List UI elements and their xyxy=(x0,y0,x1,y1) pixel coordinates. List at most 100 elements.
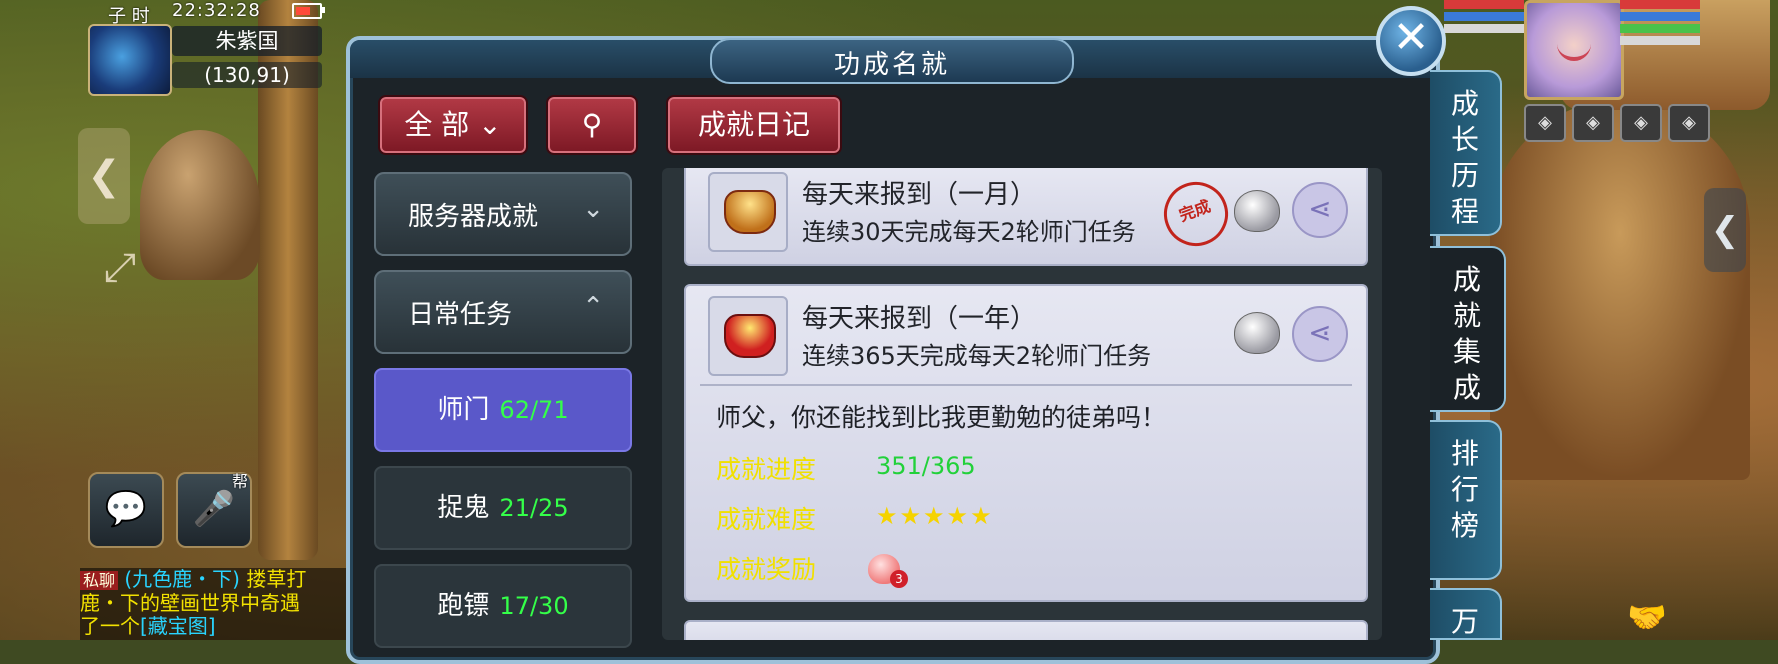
achievement-icon-frame xyxy=(708,296,788,376)
search-button[interactable]: ⚲ xyxy=(546,95,638,155)
battery-icon xyxy=(292,3,322,19)
tab-char: 就 xyxy=(1452,299,1481,332)
title-ornament: 功成名就 xyxy=(710,38,1074,84)
achievement-title: 每天来报到（一月） xyxy=(802,180,1037,210)
chat-line: 私聊 (九色鹿・下) 搂草打 xyxy=(80,568,350,592)
tab-char: 成 xyxy=(1452,371,1481,404)
panel-title-bar: 功成名就 xyxy=(350,38,1436,84)
tab-char: 成 xyxy=(1450,87,1479,120)
share-button[interactable]: ⋖ xyxy=(1292,306,1348,362)
scene-statue xyxy=(140,130,260,280)
reward-peach-icon xyxy=(1234,312,1280,354)
fullscreen-expand-icon[interactable]: ⤢ xyxy=(92,240,148,296)
chat-line: 了一个[藏宝图] xyxy=(80,615,350,638)
tab-char: 万 xyxy=(1450,605,1479,638)
category-label: 日常任务 xyxy=(408,300,513,330)
chevron-down-icon: ⌄ xyxy=(582,194,604,224)
tab-char: 榜 xyxy=(1450,509,1479,542)
tab-wanbang[interactable]: 万 xyxy=(1430,588,1502,640)
buff-icon[interactable]: ◈ xyxy=(1572,104,1614,142)
mp-bar xyxy=(1620,12,1700,21)
reward-label: 成就奖励 xyxy=(716,555,817,584)
subcategory-label: 捉鬼 xyxy=(437,493,490,523)
red-pot-icon xyxy=(724,314,776,358)
card-divider xyxy=(700,384,1352,386)
achievement-card[interactable]: 每天来报到（一月） 连续30天完成每天2轮师门任务 完成 ⋖ xyxy=(684,168,1368,266)
share-icon: ⋖ xyxy=(1308,316,1332,349)
achievement-title: 每天来报到（一年） xyxy=(802,304,1037,334)
achievement-card-expanded[interactable]: 每天来报到（一年） 连续365天完成每天2轮师门任务 ⋖ 师父，你还能找到比我更… xyxy=(684,284,1368,602)
chat-line: 鹿・下的壁画世界中奇遇 xyxy=(80,591,300,615)
completed-stamp-icon: 完成 xyxy=(1154,172,1238,256)
category-daily-tasks[interactable]: 日常任务 ⌃ xyxy=(374,270,632,354)
close-button[interactable]: ✕ xyxy=(1376,6,1446,76)
achievement-list[interactable]: 每天来报到（一月） 连续30天完成每天2轮师门任务 完成 ⋖ 每天来报到（一年）… xyxy=(662,168,1382,640)
guild-voice-tag: 帮 xyxy=(232,472,249,491)
subcategory-count: 62/71 xyxy=(499,396,569,424)
tab-char: 排 xyxy=(1450,437,1479,470)
reward-count-badge: 3 xyxy=(890,570,908,588)
subcategory-shimen[interactable]: 师门 62/71 xyxy=(374,368,632,452)
tab-char: 成 xyxy=(1452,263,1481,296)
map-name: 朱紫国 xyxy=(172,26,322,56)
map-coordinates: (130,91) xyxy=(172,62,322,88)
hp-bar xyxy=(1620,0,1700,9)
expand-left-arrow-icon[interactable]: ❮ xyxy=(78,128,130,224)
chat-link[interactable]: (九色鹿・下) xyxy=(124,568,240,591)
subcategory-label: 跑镖 xyxy=(437,591,490,621)
tab-char: 历 xyxy=(1450,159,1479,192)
exp-bar xyxy=(1444,24,1524,33)
chat-bubble-icon: 💬 xyxy=(104,489,148,529)
handshake-icon[interactable]: 🤝 xyxy=(1622,598,1672,640)
chat-channel-tag: 私聊 xyxy=(80,571,119,590)
subcategory-paobiao[interactable]: 跑镖 17/30 xyxy=(374,564,632,648)
reward-peach-icon xyxy=(1234,190,1280,232)
tab-achievement-collection[interactable]: 成 就 集 成 xyxy=(1430,246,1506,412)
tab-char: 集 xyxy=(1452,335,1481,368)
filter-all-dropdown[interactable]: 全 部 ⌄ xyxy=(378,95,528,155)
category-label: 服务器成就 xyxy=(408,202,539,232)
player-portrait[interactable] xyxy=(1524,0,1624,100)
tab-growth-history[interactable]: 成 长 历 程 xyxy=(1430,70,1502,236)
clock-label: 22:32:28 xyxy=(172,0,261,21)
exp-bar xyxy=(1620,36,1700,45)
energy-bar xyxy=(1620,24,1700,33)
portrait-smile xyxy=(1557,43,1591,61)
chat-text: 了一个 xyxy=(80,614,140,638)
subcategory-zhuogui[interactable]: 捉鬼 21/25 xyxy=(374,466,632,550)
chat-text: 搂草打 xyxy=(246,568,307,591)
share-button[interactable]: ⋖ xyxy=(1292,182,1348,238)
achievement-card[interactable] xyxy=(684,620,1368,640)
buff-icon[interactable]: ◈ xyxy=(1524,104,1566,142)
mp-bar xyxy=(1444,12,1524,21)
category-server-achievements[interactable]: 服务器成就 ⌄ xyxy=(374,172,632,256)
chevron-up-icon: ⌃ xyxy=(582,292,604,322)
chat-button[interactable]: 💬 xyxy=(88,472,164,548)
difficulty-label: 成就难度 xyxy=(716,505,817,534)
golden-pot-icon xyxy=(724,190,776,234)
peach-reward-icon: 3 xyxy=(868,554,908,588)
buff-row: ◈ ◈ ◈ ◈ xyxy=(1524,104,1710,142)
chevron-down-icon: ⌄ xyxy=(478,108,502,141)
progress-value: 351/365 xyxy=(876,452,976,480)
share-icon: ⋖ xyxy=(1308,192,1332,225)
hp-bar xyxy=(1444,0,1524,9)
difficulty-stars: ★★★★★ xyxy=(876,502,994,530)
tab-ranking[interactable]: 排 行 榜 xyxy=(1430,420,1502,580)
panel-title: 功成名就 xyxy=(833,50,950,80)
minimap-icon[interactable] xyxy=(88,24,172,96)
achievement-quote: 师父，你还能找到比我更勤勉的徒弟吗！ xyxy=(716,403,1167,432)
subcategory-count: 21/25 xyxy=(499,494,569,522)
chat-feed[interactable]: 私聊 (九色鹿・下) 搂草打 鹿・下的壁画世界中奇遇 了一个[藏宝图] xyxy=(80,568,350,640)
achievement-diary-button[interactable]: 成就日记 xyxy=(666,95,842,155)
target-status-bars xyxy=(1444,0,1524,36)
subcategory-label: 师门 xyxy=(437,395,490,425)
microphone-icon: 🎤 xyxy=(192,489,236,529)
buff-icon[interactable]: ◈ xyxy=(1620,104,1662,142)
filter-all-label: 全 部 xyxy=(404,108,470,141)
expand-right-arrow-icon[interactable]: ❮ xyxy=(1704,188,1746,272)
chat-item-link[interactable]: [藏宝图] xyxy=(140,614,216,638)
buff-icon[interactable]: ◈ xyxy=(1668,104,1710,142)
achievement-description: 连续30天完成每天2轮师门任务 xyxy=(802,218,1136,246)
search-icon: ⚲ xyxy=(581,108,603,141)
